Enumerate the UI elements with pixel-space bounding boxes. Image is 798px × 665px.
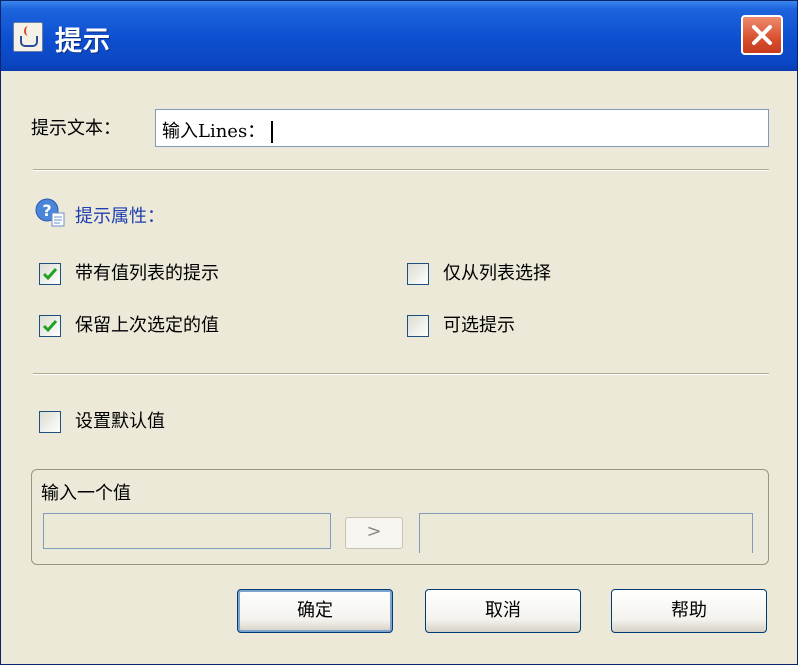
prompt-text-value: 输入Lines：: [162, 121, 266, 142]
cancel-button[interactable]: 取消: [425, 589, 581, 633]
dialog-body: 提示文本： 输入Lines： ? 提示属性： 带有值列表的提示 仅从列表选择 保: [9, 71, 790, 657]
close-icon: [752, 25, 772, 45]
prompt-text-label: 提示文本：: [31, 118, 121, 139]
checkmark-icon: [42, 268, 58, 281]
help-properties-icon: ?: [35, 198, 65, 227]
prompt-text-input[interactable]: 输入Lines：: [155, 109, 769, 147]
default-value-label: 设置默认值: [75, 411, 165, 432]
option-keep-last-checkbox[interactable]: [39, 315, 61, 337]
option-list-only-label: 仅从列表选择: [443, 263, 551, 284]
svg-text:?: ?: [42, 201, 51, 220]
prompt-dialog: 提示 提示文本： 输入Lines： ? 提示属性： 带有值列表的提示 仅从列表选…: [0, 0, 798, 665]
option-list-prompt-label: 带有值列表的提示: [75, 263, 219, 284]
option-keep-last-label: 保留上次选定的值: [75, 315, 219, 336]
title-bar[interactable]: 提示: [1, 1, 797, 71]
value-group-title: 输入一个值: [41, 483, 131, 504]
option-optional-checkbox[interactable]: [407, 315, 429, 337]
java-cup-icon: [13, 22, 43, 52]
option-list-prompt-checkbox[interactable]: [39, 263, 61, 285]
option-list-only-checkbox[interactable]: [407, 263, 429, 285]
default-value-checkbox[interactable]: [39, 411, 61, 433]
separator: [33, 373, 769, 375]
add-arrow-button[interactable]: >: [345, 517, 403, 549]
window-title: 提示: [55, 26, 111, 57]
separator: [33, 169, 769, 171]
value-input-field[interactable]: [43, 513, 331, 549]
ok-button[interactable]: 确定: [237, 589, 393, 633]
text-caret: [271, 121, 274, 143]
close-button[interactable]: [741, 15, 783, 55]
checkmark-icon: [42, 320, 58, 333]
value-list-field[interactable]: [419, 513, 753, 553]
option-optional-label: 可选提示: [443, 315, 515, 336]
help-button[interactable]: 帮助: [611, 589, 767, 633]
properties-section-title: 提示属性：: [75, 206, 165, 227]
